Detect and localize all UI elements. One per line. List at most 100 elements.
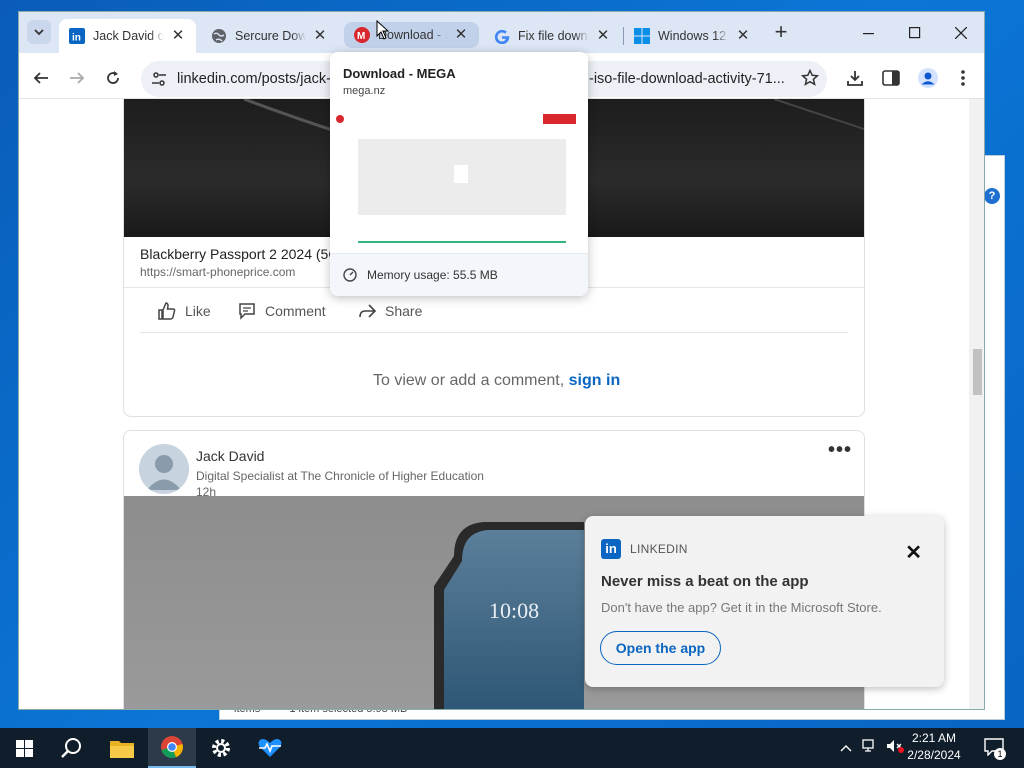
new-tab-button[interactable]: + [769,21,793,45]
chevron-down-icon [34,29,44,36]
comment-button[interactable]: Comment [237,301,326,321]
minimize-button[interactable] [846,12,892,53]
toast-heading: Never miss a beat on the app [601,573,809,590]
page-scrollbar[interactable] [969,99,984,709]
toast-app-name: LINKEDIN [630,542,688,556]
link-url[interactable]: https://smart-phoneprice.com [140,265,295,279]
more-options-icon[interactable]: ••• [828,439,852,462]
close-tab-icon[interactable]: ✕ [735,28,751,44]
chevron-up-icon[interactable] [840,739,854,757]
thumbs-up-icon [158,302,176,320]
open-app-toast: in LINKEDIN ✕ Never miss a beat on the a… [585,516,944,687]
maximize-icon [909,26,921,38]
tab-windows-12[interactable]: Windows 12 ✕ [624,19,761,53]
chrome-menu-button[interactable] [949,64,977,92]
back-arrow-icon [33,72,48,84]
close-icon [955,26,967,39]
settings-button[interactable] [197,728,245,768]
taskbar-clock[interactable]: 2:21 AM 2/28/2024 [902,730,966,764]
mega-icon: M [354,27,370,43]
profile-button[interactable] [914,64,942,92]
author-name[interactable]: Jack David [196,448,264,464]
avatar[interactable] [139,444,189,494]
tab-title: Sercure Download [235,29,306,43]
close-tab-icon[interactable]: ✕ [453,27,469,43]
hover-card-title: Download - MEGA [343,66,456,81]
chrome-taskbar-button[interactable] [148,728,196,768]
heart-pulse-icon [258,739,282,757]
linkedin-logo-icon: in [601,539,621,559]
phone-clock-text: 10:08 [489,598,539,623]
notification-count: 1 [994,748,1006,760]
like-button[interactable]: Like [157,301,211,321]
link-title[interactable]: Blackberry Passport 2 2024 (5G [140,246,339,262]
tab-fix-file-download[interactable]: Fix file download ✕ [484,19,621,53]
start-button[interactable] [0,728,48,768]
tab-linkedin[interactable]: in Jack David on LinkedIn ✕ [59,19,196,53]
like-label: Like [185,303,211,319]
bookmark-star-icon[interactable] [800,68,820,91]
system-tray [840,728,904,768]
close-window-button[interactable] [938,12,984,53]
google-icon [494,28,510,45]
share-icon [359,304,377,318]
folder-icon [110,741,134,758]
notification-center-button[interactable]: 1 [984,738,1006,760]
close-tab-icon[interactable]: ✕ [170,28,186,44]
reload-icon [107,71,119,84]
globe-icon [211,28,227,44]
close-icon[interactable]: ✕ [905,540,922,565]
clock-date: 2/28/2024 [907,748,961,762]
divider [140,332,848,333]
tab-mega-download[interactable]: M Download - MEGA ✕ [344,22,479,48]
svg-text:in: in [72,33,81,44]
help-icon[interactable]: ? [984,188,1000,204]
share-button[interactable]: Share [357,301,422,321]
windows-icon [634,28,650,44]
signin-link[interactable]: sign in [569,372,621,389]
signin-prompt: To view or add a comment, sign in [373,372,620,390]
close-tab-icon[interactable]: ✕ [312,28,328,44]
close-tab-icon[interactable]: ✕ [595,28,611,44]
tab-title: Jack David on LinkedIn [93,29,164,43]
tab-hover-card: Download - MEGA mega.nz Memory usage: 55… [330,52,588,296]
back-button[interactable] [27,64,55,92]
file-explorer-button[interactable] [98,728,146,768]
hover-card-domain: mega.nz [343,85,386,97]
forward-button[interactable] [63,64,91,92]
tab-thumbnail [330,107,588,253]
tab-title: Windows 12 [658,29,727,43]
download-icon [847,71,863,86]
memory-usage-text: Memory usage: 55.5 MB [367,268,498,282]
svg-text:M: M [357,31,365,42]
scroll-thumb[interactable] [973,349,982,395]
windows-start-icon [15,739,33,757]
reload-button[interactable] [99,64,127,92]
search-button[interactable] [48,728,96,768]
linkedin-icon: in [69,28,85,44]
mouse-cursor-icon [376,20,389,40]
tab-search-button[interactable] [27,20,51,44]
profile-avatar-icon [918,68,938,88]
downloads-button[interactable] [841,64,869,92]
site-info-icon[interactable] [147,67,171,91]
signin-prefix: To view or add a comment, [373,372,565,389]
open-app-button[interactable]: Open the app [600,631,721,665]
gear-icon [212,739,230,757]
chrome-icon [161,736,183,759]
tab-title: Fix file download [518,29,589,43]
toast-body: Don't have the app? Get it in the Micros… [601,600,882,615]
kebab-menu-icon [961,70,965,86]
network-icon[interactable] [862,738,878,758]
maximize-button[interactable] [892,12,938,53]
health-app-button[interactable] [246,728,294,768]
side-panel-button[interactable] [877,64,905,92]
memory-usage-row: Memory usage: 55.5 MB [330,253,588,296]
search-icon [61,738,81,758]
side-panel-icon [882,70,900,86]
comment-label: Comment [265,303,326,319]
tab-secure-download[interactable]: Sercure Download ✕ [201,19,338,53]
speedometer-icon [343,268,357,282]
minimize-icon [863,32,874,34]
url-text-right: -iso-file-download-activity-71... [589,71,785,87]
